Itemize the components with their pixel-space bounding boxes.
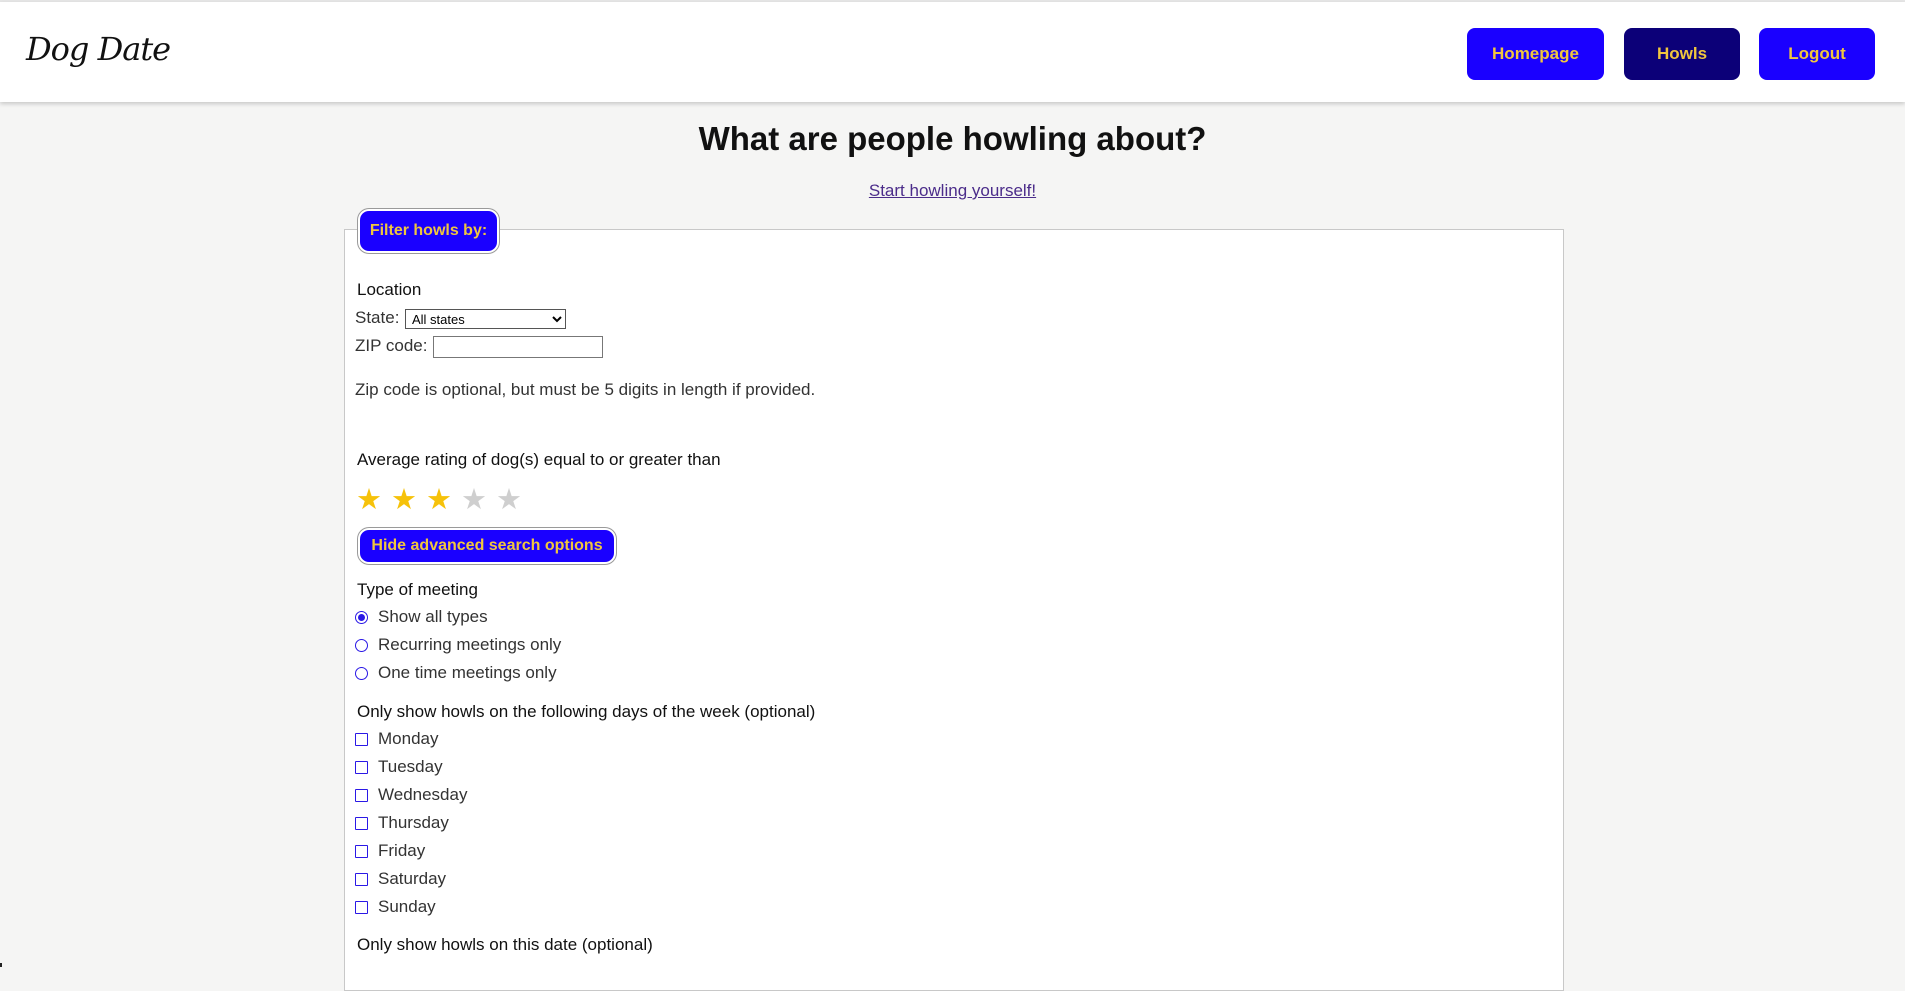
day-label: Wednesday	[378, 785, 468, 804]
homepage-button[interactable]: Homepage	[1467, 28, 1604, 80]
day-checkbox-saturday[interactable]	[355, 873, 368, 886]
location-label: Location	[357, 280, 422, 299]
star-icon[interactable]: ★	[391, 484, 417, 516]
filter-howls-button[interactable]: Filter howls by:	[360, 211, 497, 251]
rating-label: Average rating of dog(s) equal to or gre…	[357, 450, 721, 469]
start-howling-link-text[interactable]: Start howling yourself!	[869, 181, 1036, 200]
day-label: Tuesday	[378, 757, 443, 776]
page-title: What are people howling about?	[698, 120, 1207, 157]
site-logo[interactable]: Dog Date	[26, 30, 171, 68]
hide-advanced-options-button[interactable]: Hide advanced search options	[360, 530, 614, 562]
star-icon[interactable]: ★	[496, 484, 522, 516]
zip-code-input[interactable]	[433, 336, 603, 358]
meeting-type-label: Type of meeting	[357, 580, 478, 599]
logout-button[interactable]: Logout	[1759, 28, 1875, 80]
day-checkbox-wednesday[interactable]	[355, 789, 368, 802]
star-icon[interactable]: ★	[461, 484, 487, 516]
top-navbar: Dog Date Homepage Howls Logout	[0, 2, 1905, 102]
day-checkbox-friday[interactable]	[355, 845, 368, 858]
meeting-radio-one-time[interactable]	[355, 667, 368, 680]
zip-label: ZIP code:	[355, 336, 428, 355]
day-label: Sunday	[378, 897, 436, 916]
date-filter-label: Only show howls on this date (optional)	[357, 935, 653, 954]
meeting-option-label: One time meetings only	[378, 663, 557, 682]
start-howling-link: Start howling yourself!	[0, 181, 1905, 201]
zip-hint: Zip code is optional, but must be 5 digi…	[355, 380, 816, 399]
days-of-week-label: Only show howls on the following days of…	[357, 702, 816, 721]
page-edge-mark	[0, 963, 2, 967]
day-label: Friday	[378, 841, 426, 860]
meeting-option-label: Recurring meetings only	[378, 635, 562, 654]
meeting-option-label: Show all types	[378, 607, 488, 626]
day-label: Thursday	[378, 813, 449, 832]
day-checkbox-sunday[interactable]	[355, 901, 368, 914]
howls-button[interactable]: Howls	[1624, 28, 1740, 80]
state-label: State:	[355, 308, 400, 327]
state-select[interactable]: All states	[405, 309, 566, 329]
meeting-radio-all[interactable]	[355, 611, 368, 624]
meeting-radio-recurring[interactable]	[355, 639, 368, 652]
day-checkbox-tuesday[interactable]	[355, 761, 368, 774]
star-icon[interactable]: ★	[356, 484, 382, 516]
day-label: Saturday	[378, 869, 447, 888]
star-icon[interactable]: ★	[426, 484, 452, 516]
day-checkbox-thursday[interactable]	[355, 817, 368, 830]
day-checkbox-monday[interactable]	[355, 733, 368, 746]
day-label: Monday	[378, 729, 439, 748]
